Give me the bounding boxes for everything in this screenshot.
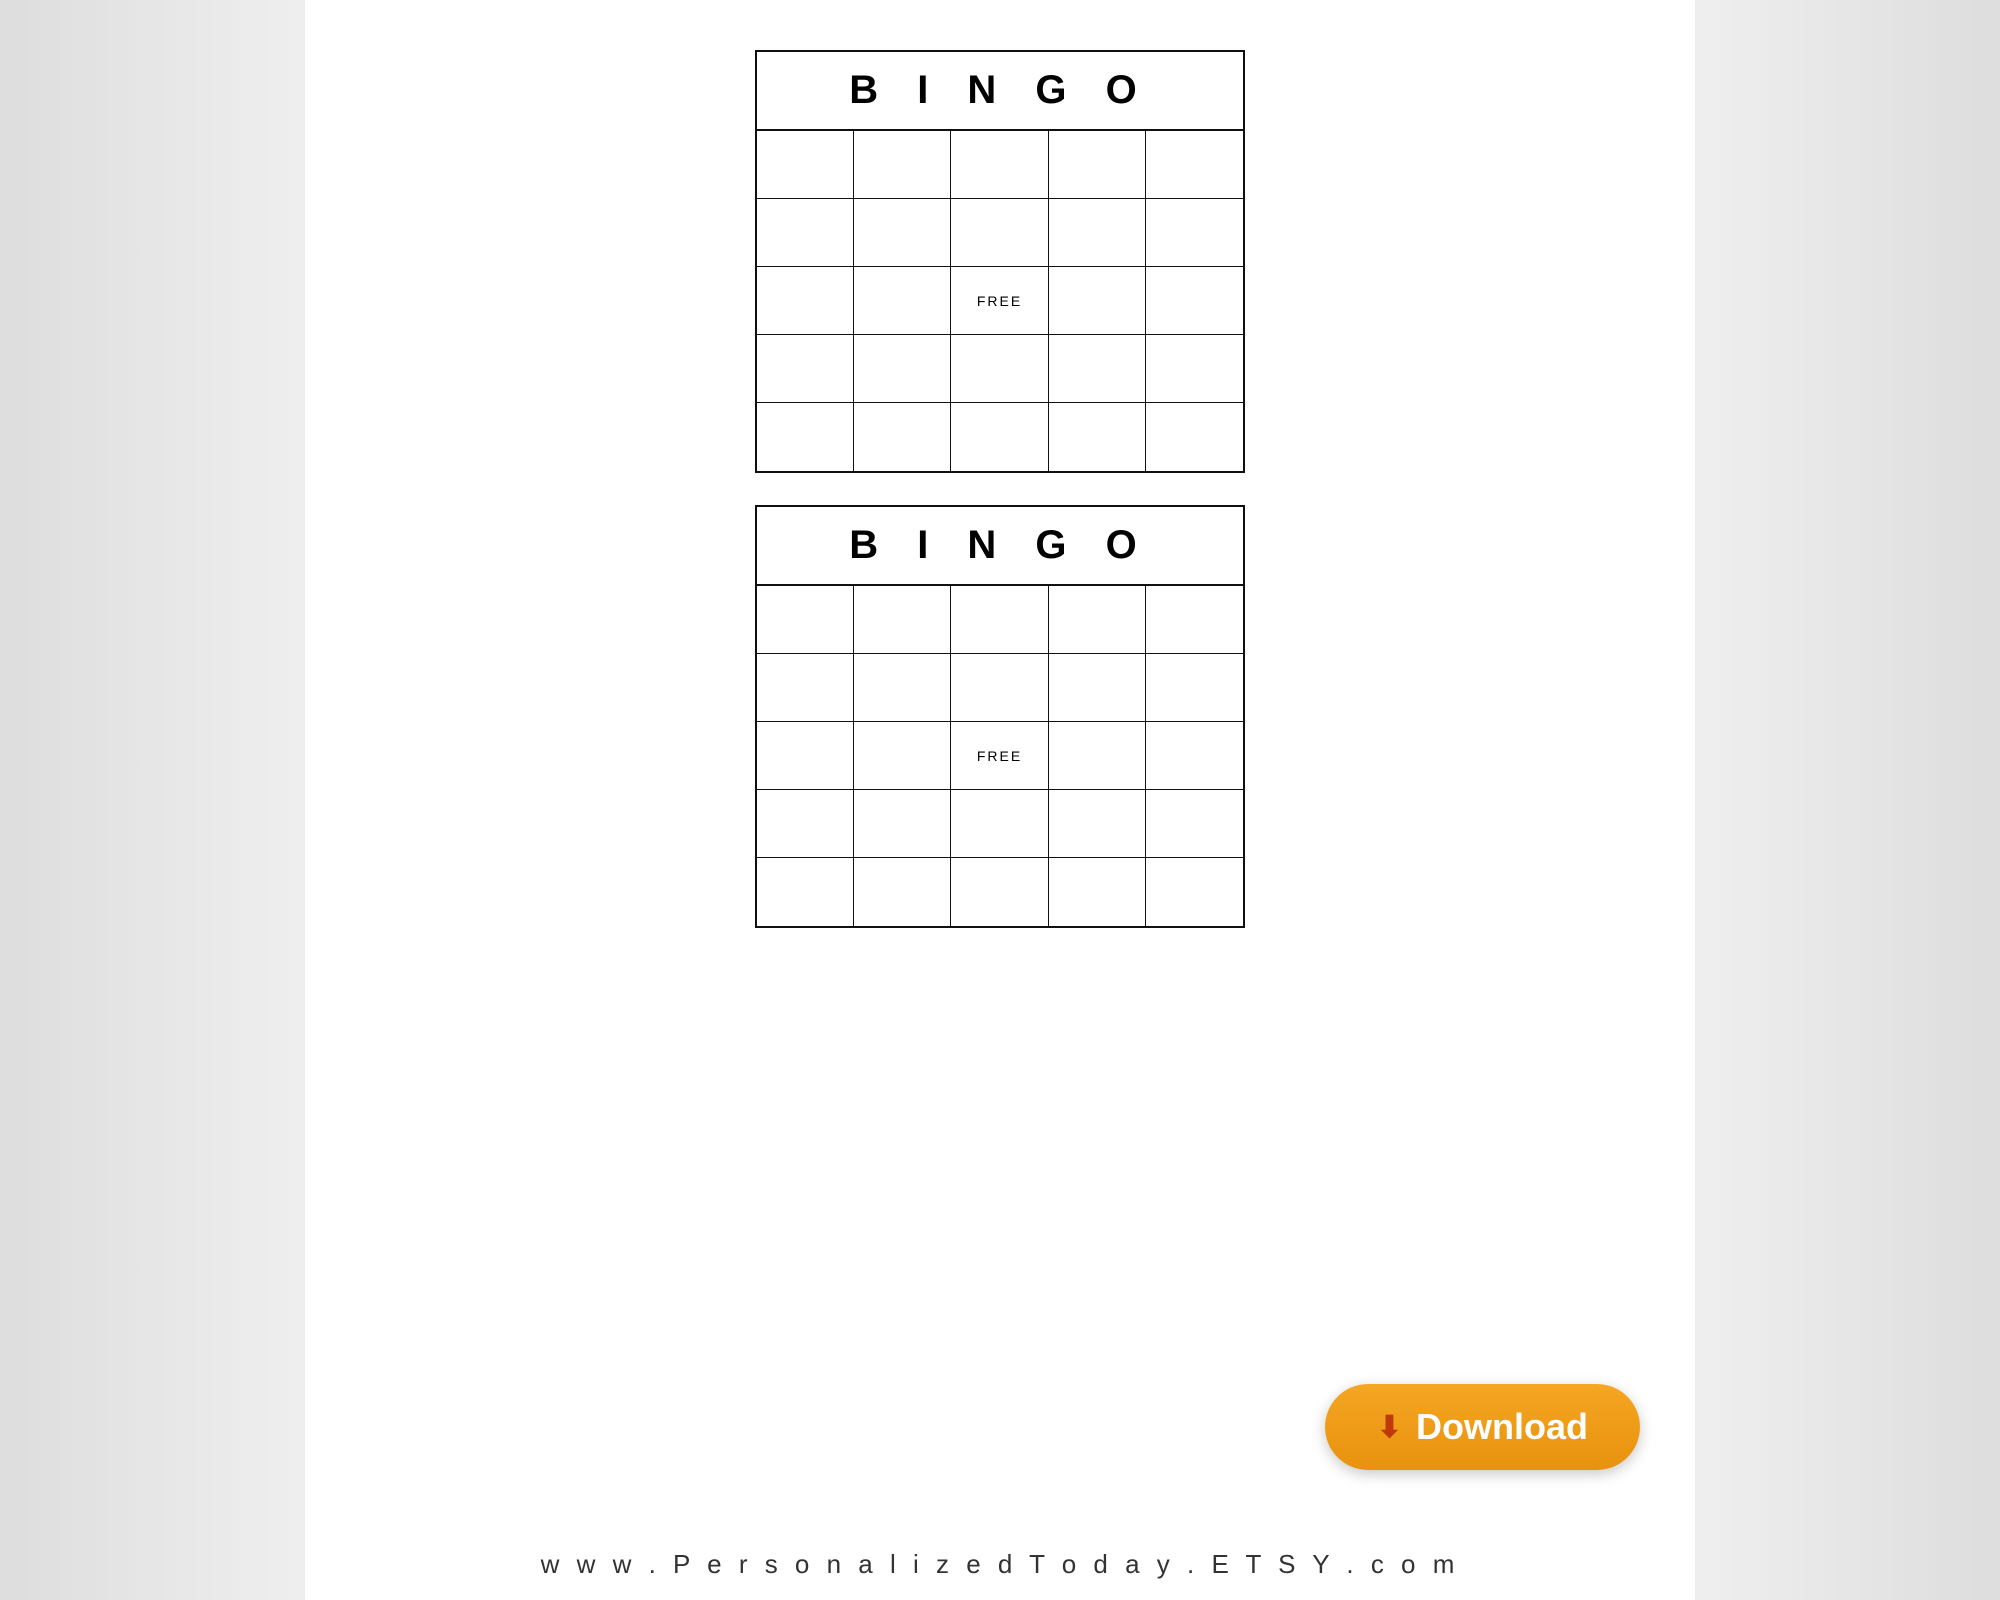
bingo-grid-2: FREE xyxy=(757,586,1243,926)
c2-1-5 xyxy=(1146,586,1243,654)
c2-4-2 xyxy=(854,790,951,858)
bingo-card-1: B I N G O FREE xyxy=(755,50,1245,473)
cell-2-5 xyxy=(1146,199,1243,267)
cell-2-4 xyxy=(1049,199,1146,267)
right-edge xyxy=(1690,0,2000,1600)
cell-3-free-1: FREE xyxy=(951,267,1048,335)
cell-1-2 xyxy=(854,131,951,199)
cell-5-3 xyxy=(951,403,1048,471)
main-content: B I N G O FREE xyxy=(305,0,1695,1600)
cell-2-1 xyxy=(757,199,854,267)
download-label: Download xyxy=(1416,1406,1588,1448)
bingo-title-1: B I N G O xyxy=(757,52,1243,131)
cell-4-1 xyxy=(757,335,854,403)
cell-4-4 xyxy=(1049,335,1146,403)
cell-4-5 xyxy=(1146,335,1243,403)
cell-3-5 xyxy=(1146,267,1243,335)
bingo-title-2: B I N G O xyxy=(757,507,1243,586)
cell-5-5 xyxy=(1146,403,1243,471)
cell-3-1 xyxy=(757,267,854,335)
bingo-card-2: B I N G O FREE xyxy=(755,505,1245,928)
footer: w w w . P e r s o n a l i z e d T o d a … xyxy=(0,1549,2000,1580)
c2-3-1 xyxy=(757,722,854,790)
footer-text: w w w . P e r s o n a l i z e d T o d a … xyxy=(541,1549,1460,1579)
c2-3-2 xyxy=(854,722,951,790)
c2-2-4 xyxy=(1049,654,1146,722)
c2-2-2 xyxy=(854,654,951,722)
c2-5-4 xyxy=(1049,858,1146,926)
c2-4-5 xyxy=(1146,790,1243,858)
cell-3-2 xyxy=(854,267,951,335)
bingo-grid-1: FREE xyxy=(757,131,1243,471)
c2-1-2 xyxy=(854,586,951,654)
cell-1-1 xyxy=(757,131,854,199)
c2-1-1 xyxy=(757,586,854,654)
cell-1-3 xyxy=(951,131,1048,199)
c2-4-4 xyxy=(1049,790,1146,858)
left-edge xyxy=(0,0,310,1600)
download-icon: ⬇ xyxy=(1377,1410,1402,1445)
c2-5-2 xyxy=(854,858,951,926)
cell-1-4 xyxy=(1049,131,1146,199)
c2-3-5 xyxy=(1146,722,1243,790)
cell-4-2 xyxy=(854,335,951,403)
c2-1-3 xyxy=(951,586,1048,654)
cell-4-3 xyxy=(951,335,1048,403)
c2-4-1 xyxy=(757,790,854,858)
cell-2-2 xyxy=(854,199,951,267)
cell-3-4 xyxy=(1049,267,1146,335)
cell-3-free-2: FREE xyxy=(951,722,1048,790)
c2-2-1 xyxy=(757,654,854,722)
c2-5-3 xyxy=(951,858,1048,926)
c2-4-3 xyxy=(951,790,1048,858)
c2-5-5 xyxy=(1146,858,1243,926)
c2-2-5 xyxy=(1146,654,1243,722)
cell-5-4 xyxy=(1049,403,1146,471)
c2-3-4 xyxy=(1049,722,1146,790)
cell-2-3 xyxy=(951,199,1048,267)
cell-5-2 xyxy=(854,403,951,471)
c2-2-3 xyxy=(951,654,1048,722)
cell-1-5 xyxy=(1146,131,1243,199)
c2-1-4 xyxy=(1049,586,1146,654)
download-button[interactable]: ⬇ Download xyxy=(1325,1384,1640,1470)
cell-5-1 xyxy=(757,403,854,471)
c2-5-1 xyxy=(757,858,854,926)
